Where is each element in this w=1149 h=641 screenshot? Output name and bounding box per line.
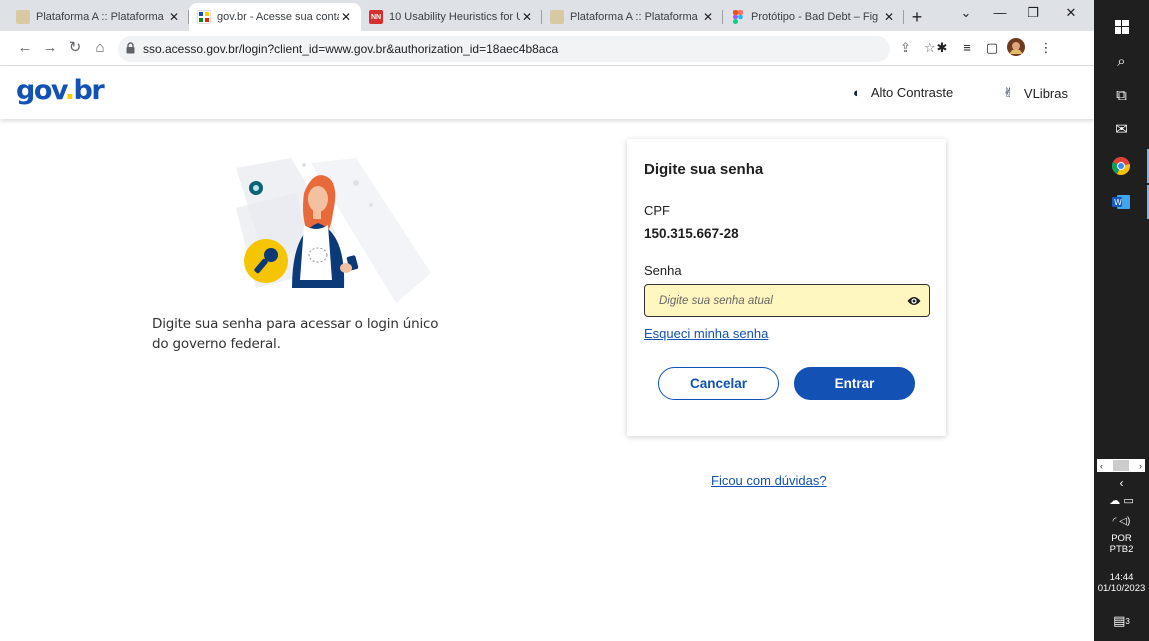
browser-tab[interactable]: NN 10 Usability Heuristics for U ✕ [361, 3, 542, 31]
contrast-icon: ◐ [853, 85, 861, 100]
restore-window-icon[interactable]: ❐ [1017, 0, 1049, 28]
scroll-thumb[interactable] [1113, 460, 1129, 471]
browser-toolbar: ← → ↻ ⌂ sso.acesso.gov.br/login?client_i… [0, 31, 1094, 66]
govbr-logo[interactable]: gov.br [16, 75, 105, 106]
vlibras-toggle[interactable]: ✌ VLibras [1003, 85, 1068, 101]
new-tab-button[interactable]: + [904, 3, 930, 31]
close-window-icon[interactable]: ✕ [1055, 0, 1087, 28]
platform-favicon-icon [550, 10, 564, 24]
keyboard-layout: PTB2 [1109, 544, 1134, 555]
browser-tab[interactable]: Protótipo - Bad Debt – Fig ✕ [723, 3, 904, 31]
search-icon[interactable]: ⌕ [1094, 44, 1149, 78]
notifications-icon[interactable]: ▤ 3 [1094, 606, 1149, 636]
clock-time: 14:44 [1109, 572, 1134, 583]
login-page: gov.br ◐ Alto Contraste ✌ VLibras Digite… [0, 67, 1094, 641]
forgot-password-link[interactable]: Esqueci minha senha [644, 326, 768, 341]
scroll-right-icon[interactable]: › [1139, 461, 1142, 471]
browser-tab-bar: Plataforma A :: Plataforma ✕ gov.br - Ac… [0, 0, 1094, 31]
url-text: sso.acesso.gov.br/login?client_id=www.go… [143, 42, 559, 56]
woman-with-key-illustration [236, 158, 431, 303]
browser-tab[interactable]: Plataforma A :: Plataforma ✕ [8, 3, 189, 31]
lock-icon [126, 42, 135, 54]
high-contrast-label: Alto Contraste [870, 85, 954, 100]
clock-date: 01/10/2023 [1097, 583, 1146, 594]
close-tab-icon[interactable]: ✕ [339, 10, 353, 24]
govbr-favicon-icon [197, 10, 211, 24]
extensions-puzzle-icon[interactable]: ✱ [932, 38, 952, 58]
back-arrow-icon[interactable]: ← [14, 37, 36, 59]
tab-separator [903, 10, 904, 24]
forward-arrow-icon[interactable]: → [39, 37, 61, 59]
side-panel-icon[interactable]: ▢ [982, 38, 1002, 58]
close-tab-icon[interactable]: ✕ [167, 10, 181, 24]
taskbar-scroll-strip[interactable]: ‹ › [1097, 459, 1145, 472]
profile-avatar-icon[interactable] [1006, 38, 1026, 58]
browser-menu-icon[interactable]: ⋮ [1036, 38, 1056, 58]
show-password-eye-icon[interactable] [907, 295, 921, 307]
chrome-app-icon[interactable] [1094, 149, 1149, 183]
cancel-button[interactable]: Cancelar [658, 367, 779, 400]
high-contrast-toggle[interactable]: ◐ Alto Contraste [853, 85, 953, 100]
close-tab-icon[interactable]: ✕ [520, 10, 534, 24]
share-icon[interactable]: ⇪ [900, 40, 911, 56]
scroll-left-icon[interactable]: ‹ [1100, 461, 1103, 471]
platform-favicon-icon [16, 10, 30, 24]
browser-tab-active[interactable]: gov.br - Acesse sua conta ✕ [189, 3, 361, 31]
intro-text: Digite sua senha para acessar o login ún… [152, 316, 439, 352]
enter-button[interactable]: Entrar [794, 367, 915, 400]
home-icon[interactable]: ⌂ [89, 37, 111, 59]
reload-icon[interactable]: ↻ [64, 37, 86, 59]
onedrive-battery-icon[interactable]: ☁ ▭ [1094, 492, 1149, 508]
wifi-volume-icon[interactable]: ◜ ◁) [1094, 512, 1149, 530]
tab-title: gov.br - Acesse sua conta [217, 11, 339, 23]
input-language[interactable]: POR PTB2 [1094, 533, 1149, 555]
clock[interactable]: 14:44 01/10/2023 [1094, 572, 1149, 594]
close-tab-icon[interactable]: ✕ [701, 10, 715, 24]
address-bar[interactable]: sso.acesso.gov.br/login?client_id=www.go… [118, 36, 936, 62]
site-header: gov.br ◐ Alto Contraste ✌ VLibras [0, 67, 1094, 119]
nn-favicon-icon: NN [369, 10, 383, 24]
help-link[interactable]: Ficou com dúvidas? [711, 473, 827, 488]
figma-favicon-icon [731, 10, 745, 24]
tab-title: Plataforma A :: Plataforma [570, 11, 698, 23]
minimize-window-icon[interactable]: — [984, 0, 1016, 28]
vlibras-label: VLibras [1023, 85, 1068, 101]
password-field[interactable] [644, 284, 930, 317]
card-title: Digite sua senha [644, 161, 764, 178]
windows-taskbar: ⌕ ⧉ ✉ W ‹ ☁ ▭ ◜ ◁) POR PTB2 14:44 01/10/… [1094, 0, 1149, 641]
show-hidden-icons-chevron-icon[interactable]: ‹ [1094, 476, 1149, 490]
tab-title: Plataforma A :: Plataforma [36, 11, 164, 23]
login-card: Digite sua senha CPF 150.315.667-28 Senh… [627, 139, 946, 436]
sign-language-icon: ✌ [1003, 85, 1014, 100]
password-input[interactable] [659, 292, 899, 310]
tab-title: Protótipo - Bad Debt – Fig [751, 11, 879, 23]
language-code: POR [1111, 533, 1132, 544]
mail-icon[interactable]: ✉ [1094, 112, 1149, 146]
close-tab-icon[interactable]: ✕ [882, 10, 896, 24]
reading-list-icon[interactable]: ≡ [957, 38, 977, 58]
notification-count: 3 [1125, 616, 1130, 626]
windows-start-icon[interactable] [1094, 10, 1149, 44]
cpf-label: CPF [644, 203, 670, 218]
cpf-value: 150.315.667-28 [644, 226, 739, 241]
task-view-icon[interactable]: ⧉ [1094, 78, 1149, 112]
tab-search-icon[interactable]: ⌄ [950, 0, 982, 28]
tab-title: 10 Usability Heuristics for U [389, 11, 520, 23]
browser-tab[interactable]: Plataforma A :: Plataforma ✕ [542, 3, 723, 31]
password-label: Senha [644, 263, 682, 278]
word-app-icon[interactable]: W [1094, 185, 1149, 219]
svg-text:W: W [1114, 198, 1122, 207]
